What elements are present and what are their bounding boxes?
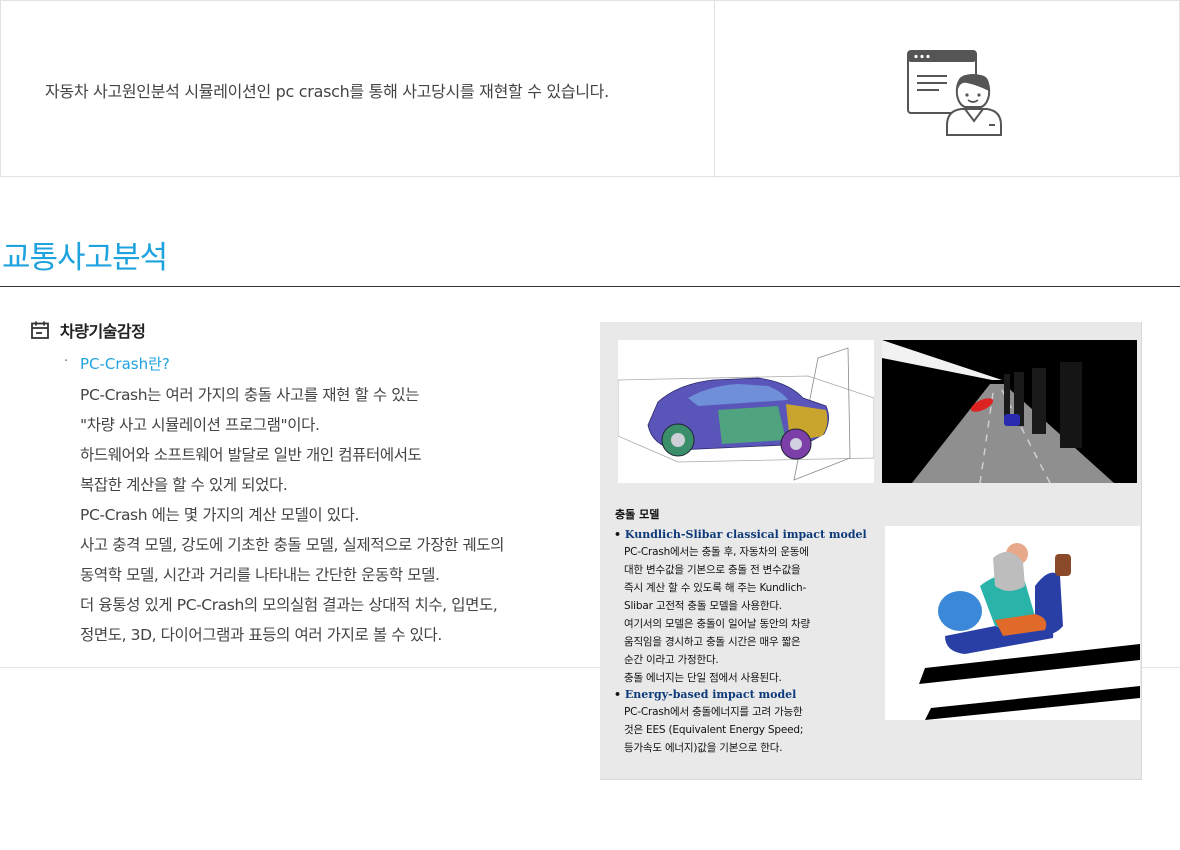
model-line: 순간 이라고 가정한다.: [624, 654, 719, 666]
intro-text: 자동차 사고원인분석 시뮬레이션인 pc crasch를 통해 사고당시를 재현…: [45, 82, 609, 101]
calendar-icon: [31, 321, 49, 339]
desc-line: 더 융통성 있게 PC-Crash의 모의실험 결과는 상대적 치수, 입면도,: [80, 596, 498, 614]
impact-model-figure: 충돌 모델 Kundlich-Slibar classical impact m…: [600, 322, 1142, 780]
user-screen-icon: [907, 50, 1002, 136]
section-title: 교통사고분석: [2, 240, 168, 276]
subheading: 차량기술감정: [30, 318, 146, 342]
desc-line: 정면도, 3D, 다이어그램과 표등의 여러 가지로 볼 수 있다.: [80, 626, 442, 644]
model-line: PC-Crash에서 충돌에너지를 고려 가능한: [624, 706, 803, 718]
occupant-simulation-image: [885, 526, 1140, 720]
model-heading: Kundlich-Slibar classical impact model: [614, 527, 884, 543]
model-line: 등가속도 에너지)값을 기본으로 한다.: [624, 742, 783, 754]
subheading-text: 차량기술감정: [60, 322, 146, 341]
model-line: 즉시 계산 할 수 있도록 해 주는 Kundlich-: [624, 582, 807, 594]
desc-line: 동역학 모델, 시간과 거리를 나타내는 간단한 운동학 모델.: [80, 566, 440, 584]
model-descriptions: Kundlich-Slibar classical impact model P…: [614, 527, 884, 757]
model-line: 충돌 에너지는 단일 점에서 사용된다.: [624, 672, 782, 684]
pc-crash-link[interactable]: PC-Crash란?: [80, 353, 170, 374]
car-mesh-image: [618, 340, 874, 483]
desc-line: PC-Crash는 여러 가지의 충돌 사고를 재현 할 수 있는: [80, 386, 419, 404]
description: PC-Crash는 여러 가지의 충돌 사고를 재현 할 수 있는 "차량 사고…: [80, 380, 600, 650]
bullet-dot: ·: [64, 354, 69, 369]
model-line: Slibar 고전적 충돌 모델을 사용한다.: [624, 600, 782, 612]
section-rule: [0, 286, 1180, 287]
model-heading: Energy-based impact model: [614, 687, 884, 703]
desc-line: PC-Crash 에는 몇 가지의 계산 모델이 있다.: [80, 506, 360, 524]
model-line: PC-Crash에서는 충돌 후, 자동차의 운동에: [624, 546, 809, 558]
desc-line: 하드웨어와 소프트웨어 발달로 일반 개인 컴퓨터에서도: [80, 446, 422, 464]
desc-line: "차량 사고 시뮬레이션 프로그램"이다.: [80, 416, 320, 434]
desc-line: 사고 충격 모델, 강도에 기초한 충돌 모델, 실제적으로 가장한 궤도의: [80, 536, 505, 554]
intro-divider: [714, 1, 715, 178]
model-line: 움직임을 경시하고 충돌 시간은 매우 짧은: [624, 636, 801, 648]
road-scene-image: [882, 340, 1137, 483]
model-line: 여기서의 모델은 충돌이 일어날 동안의 차량: [624, 618, 810, 630]
model-line: 것은 EES (Equivalent Energy Speed;: [624, 724, 804, 736]
model-line: 대한 변수값을 기본으로 충돌 전 변수값을: [624, 564, 801, 576]
desc-line: 복잡한 계산을 할 수 있게 되었다.: [80, 476, 288, 494]
figure-title: 충돌 모델: [615, 508, 660, 521]
intro-box: 자동차 사고원인분석 시뮬레이션인 pc crasch를 통해 사고당시를 재현…: [0, 0, 1180, 178]
